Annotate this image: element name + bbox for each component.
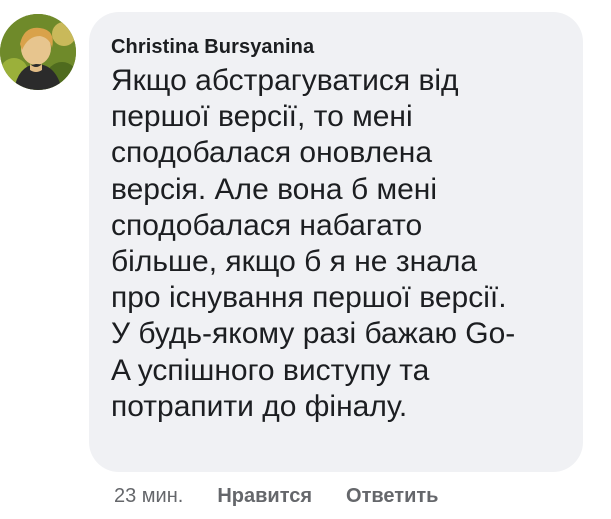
comment-author[interactable]: Christina Bursyanina bbox=[111, 35, 559, 59]
avatar-photo bbox=[0, 14, 76, 90]
comment-actions: 23 мин. Нравится Ответить bbox=[114, 484, 438, 508]
comment-text: Якщо абстрагуватися від першої версії, т… bbox=[111, 64, 516, 423]
comment-timestamp[interactable]: 23 мин. bbox=[114, 484, 183, 508]
comment-bubble: Christina Bursyanina Якщо абстрагуватися… bbox=[89, 12, 583, 472]
reply-button[interactable]: Ответить bbox=[346, 484, 438, 508]
avatar[interactable] bbox=[0, 14, 76, 90]
like-button[interactable]: Нравится bbox=[217, 484, 312, 508]
